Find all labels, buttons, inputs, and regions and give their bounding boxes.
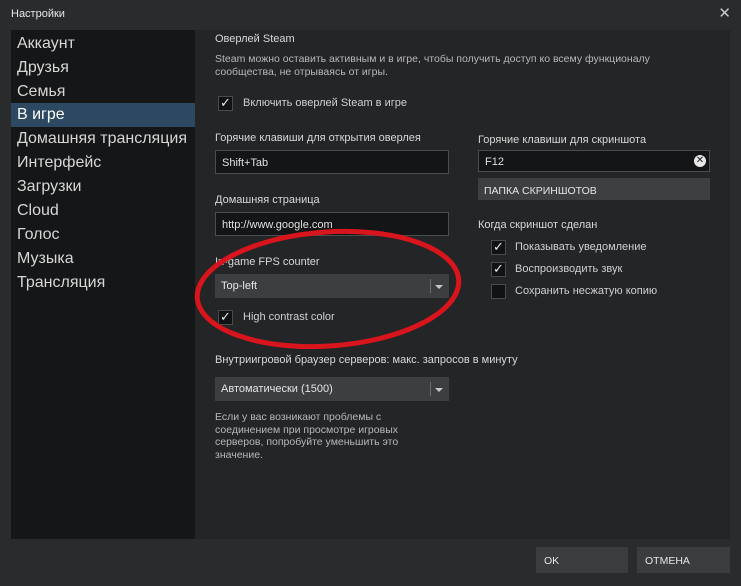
window-title: Настройки — [11, 8, 65, 20]
close-icon[interactable]: ✕ — [718, 6, 731, 21]
settings-sidebar: Аккаунт Друзья Семья В игре Домашняя тра… — [11, 30, 195, 539]
screenshot-hotkeys-field[interactable]: F12 — [478, 150, 710, 172]
save-uncompressed-checkbox[interactable] — [491, 284, 506, 299]
dropdown-separator — [430, 382, 431, 396]
sidebar-item-label: Голос — [17, 226, 60, 243]
sidebar-item-label: Интерфейс — [17, 154, 102, 171]
sidebar-item-label: Друзья — [17, 59, 69, 76]
screenshot-folder-button[interactable]: ПАПКА СКРИНШОТОВ — [478, 178, 710, 200]
ok-button[interactable]: OK — [536, 547, 628, 573]
cancel-button[interactable]: ОТМЕНА — [637, 547, 730, 573]
sidebar-item-label: В игре — [17, 106, 65, 123]
sidebar-item-downloads[interactable]: Загрузки — [11, 175, 195, 199]
sidebar-item-cloud[interactable]: Cloud — [11, 199, 195, 223]
sidebar-item-voice[interactable]: Голос — [11, 223, 195, 247]
screenshot-taken-label: Когда скриншот сделан — [478, 219, 598, 231]
server-browser-dropdown[interactable]: Автоматически (1500) — [215, 377, 449, 401]
checkmark-icon: ✓ — [493, 239, 504, 254]
chevron-down-icon — [435, 388, 443, 392]
server-browser-note: Если у вас возникают проблемы с соединен… — [215, 411, 399, 461]
save-uncompressed-label: Сохранить несжатую копию — [515, 285, 658, 297]
sidebar-item-family[interactable]: Семья — [11, 80, 195, 104]
sidebar-item-label: Cloud — [17, 202, 59, 219]
sidebar-item-label: Аккаунт — [17, 35, 75, 52]
screenshot-hotkeys-label: Горячие клавиши для скриншота — [478, 134, 647, 146]
play-sound-checkbox[interactable]: ✓ — [491, 261, 506, 277]
sidebar-item-label: Загрузки — [17, 178, 82, 195]
server-browser-selected: Автоматически (1500) — [221, 383, 333, 395]
enable-overlay-checkbox[interactable]: ✓ — [218, 95, 233, 111]
sidebar-item-friends[interactable]: Друзья — [11, 56, 195, 80]
checkmark-icon: ✓ — [493, 261, 504, 276]
overlay-heading: Оверлей Steam — [215, 33, 295, 45]
sidebar-item-in-game[interactable]: В игре — [11, 103, 195, 127]
sidebar-item-home-streaming[interactable]: Домашняя трансляция — [11, 127, 195, 151]
sidebar-item-label: Музыка — [17, 250, 74, 267]
show-notification-checkbox[interactable]: ✓ — [491, 239, 506, 255]
play-sound-label: Воспроизводить звук — [515, 263, 623, 275]
sidebar-item-label: Домашняя трансляция — [17, 130, 187, 147]
overlay-hotkeys-field[interactable]: Shift+Tab — [215, 150, 449, 174]
enable-overlay-label: Включить оверлей Steam в игре — [243, 97, 407, 109]
screenshot-hotkeys-value: F12 — [485, 156, 504, 168]
server-browser-label: Внутриигровой браузер серверов: макс. за… — [215, 354, 518, 366]
highlight-circle — [194, 228, 462, 350]
checkmark-icon: ✓ — [220, 95, 231, 110]
sidebar-item-account[interactable]: Аккаунт — [11, 32, 195, 56]
overlay-description: Steam можно оставить активным и в игре, … — [215, 53, 650, 78]
sidebar-item-label: Семья — [17, 83, 66, 100]
sidebar-item-music[interactable]: Музыка — [11, 247, 195, 271]
sidebar-item-broadcast[interactable]: Трансляция — [11, 271, 195, 295]
clear-icon[interactable]: ✕ — [694, 155, 706, 167]
homepage-label: Домашняя страница — [215, 194, 320, 206]
show-notification-label: Показывать уведомление — [515, 241, 647, 253]
sidebar-item-label: Трансляция — [17, 274, 106, 291]
title-bar — [0, 0, 741, 28]
sidebar-item-interface[interactable]: Интерфейс — [11, 151, 195, 175]
overlay-hotkeys-label: Горячие клавиши для открытия оверлея — [215, 132, 421, 144]
